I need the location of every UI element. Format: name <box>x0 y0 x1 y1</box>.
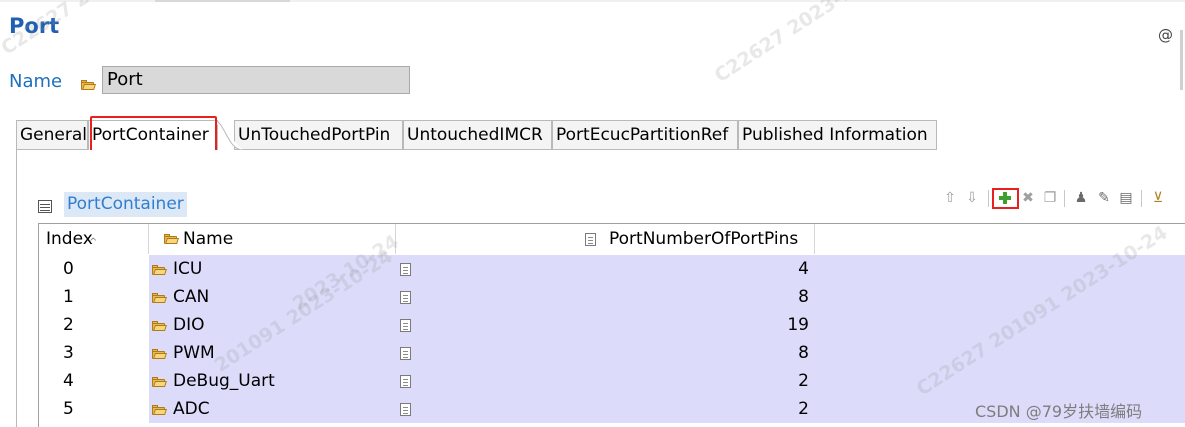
numeric-icon <box>400 403 411 416</box>
watermark: C22627 2023-10-24 <box>710 0 898 87</box>
numeric-icon <box>400 347 411 360</box>
tab-curve <box>213 120 243 151</box>
tab-general[interactable]: General <box>16 120 88 150</box>
folder-icon <box>81 80 96 90</box>
name-label: Name <box>9 71 63 92</box>
column-header-name[interactable]: Name <box>149 224 396 254</box>
sort-ascending-icon: ^ <box>89 237 98 248</box>
folder-icon <box>152 293 167 303</box>
arrow-down-icon[interactable]: ⇩ <box>964 189 980 207</box>
table-icon <box>38 200 52 213</box>
numeric-icon <box>400 319 411 332</box>
table-row[interactable]: 0 ICU 4 <box>39 255 1185 283</box>
folder-icon <box>152 405 167 415</box>
tab-published-information[interactable]: Published Information <box>738 120 937 150</box>
table-row[interactable]: 3 PWM 8 <box>39 339 1185 367</box>
folder-icon <box>152 377 167 387</box>
edit-icon[interactable]: ✎ <box>1096 189 1112 207</box>
table-row[interactable]: 4 DeBug_Uart 2 <box>39 367 1185 395</box>
add-icon[interactable] <box>999 192 1011 204</box>
watermark: C22627 201091 <box>0 0 149 60</box>
import-icon[interactable]: ⊻ <box>1150 189 1166 207</box>
column-header-index[interactable]: Index ^ <box>39 224 149 254</box>
csdn-watermark: CSDN @79岁扶墙编码 <box>975 402 1143 421</box>
section-title[interactable]: PortContainer <box>64 192 187 217</box>
arrow-up-icon[interactable]: ⇧ <box>942 189 958 207</box>
numeric-icon <box>400 375 411 388</box>
user-icon[interactable]: ♟ <box>1073 189 1089 207</box>
tab-untouchedimcr[interactable]: UntouchedIMCR <box>403 120 552 150</box>
tab-untouchedportpin[interactable]: UnTouchedPortPin <box>234 120 403 150</box>
numeric-icon <box>400 291 411 304</box>
folder-icon <box>152 265 167 275</box>
table-header: Index ^ Name PortNumberOfPortPins <box>39 224 1185 255</box>
tab-portecucpartitionref[interactable]: PortEcucPartitionRef <box>552 120 738 150</box>
column-header-pins[interactable]: PortNumberOfPortPins <box>396 224 815 254</box>
name-field[interactable]: Port <box>102 66 410 94</box>
folder-icon <box>152 349 167 359</box>
at-icon[interactable]: @ <box>1158 26 1173 44</box>
scrollbar[interactable] <box>1180 30 1183 90</box>
table-row[interactable]: 1 CAN 8 <box>39 283 1185 311</box>
folder-icon <box>152 321 167 331</box>
copy-icon[interactable]: ❐ <box>1042 189 1058 207</box>
edit-table-icon[interactable]: ▤ <box>1118 189 1134 207</box>
delete-icon[interactable]: ✖ <box>1020 189 1036 207</box>
top-border <box>0 0 1185 2</box>
folder-icon <box>164 234 179 244</box>
numeric-icon <box>585 233 596 246</box>
numeric-icon <box>400 263 411 276</box>
